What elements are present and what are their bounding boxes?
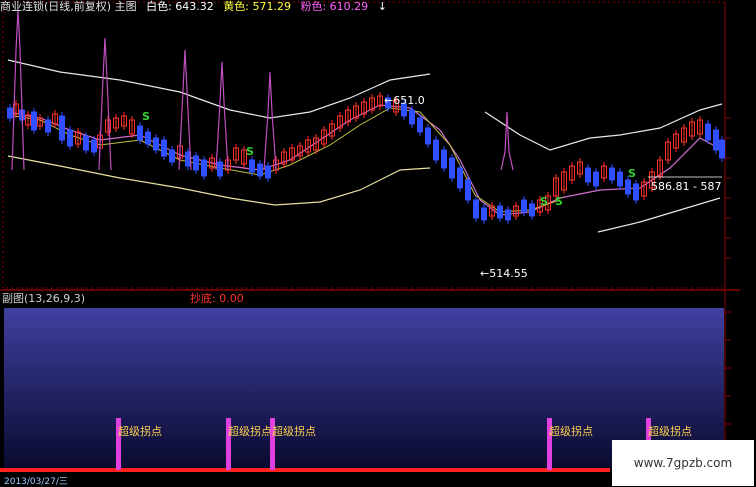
candle-body <box>67 129 73 147</box>
s-signal-label: S <box>142 110 150 123</box>
super-turn-label: 超级拐点 <box>228 424 272 438</box>
candle-body <box>7 107 13 119</box>
candle-body <box>705 123 711 141</box>
candle-body <box>249 159 255 173</box>
white-lower-band-2 <box>597 197 721 233</box>
chart-title: 商业连锁(日线,前复权) 主图 <box>0 0 137 13</box>
annotation-low: ←514.55 <box>480 267 528 280</box>
candle-body <box>169 149 175 163</box>
super-turn-label: 超级拐点 <box>272 424 316 438</box>
spike-line <box>98 37 112 171</box>
candle-body <box>137 125 143 141</box>
spike-line <box>500 111 514 171</box>
candle-body <box>161 139 167 157</box>
candle-body <box>473 199 479 219</box>
candle-body <box>59 115 65 141</box>
candle-body <box>617 171 623 187</box>
candle-body <box>265 165 271 179</box>
candle-body <box>449 157 455 179</box>
chart-canvas: SSSSS←651.0←514.55586.81 - 587超级拐点 超级拐点 超级… <box>0 1 740 472</box>
sub-indicator-label: 抄底: 0.00 <box>190 292 244 305</box>
yellow-value: 黄色: 571.29 <box>223 0 291 13</box>
annotation-high: ←651.0 <box>384 94 425 107</box>
pink-ma-line <box>7 104 723 216</box>
candle-body <box>91 139 97 153</box>
candle-body <box>31 111 37 131</box>
down-arrow-icon: ↓ <box>377 0 387 13</box>
s-signal-label: S <box>555 195 563 208</box>
candle-body <box>433 139 439 161</box>
candle-body <box>441 149 447 169</box>
s-signal-label: S <box>628 167 636 180</box>
candle-body <box>713 129 719 151</box>
candle-body <box>505 209 511 221</box>
candle-body <box>465 179 471 201</box>
candle-body <box>719 139 725 159</box>
spike-line <box>215 61 229 171</box>
candle-body <box>257 163 263 177</box>
s-signal-label: S <box>246 145 254 158</box>
candle-body <box>217 161 223 177</box>
spike-line <box>263 71 277 171</box>
main-frame <box>2 1 726 289</box>
candle-body <box>633 183 639 201</box>
super-turn-label: 超级拐点 <box>549 424 593 438</box>
candle-body <box>585 167 591 183</box>
white-value: 白色: 643.32 <box>146 0 214 13</box>
candle-body <box>529 203 535 217</box>
candle-body <box>521 199 527 213</box>
candle-body <box>497 205 503 219</box>
sub-panel-title: 副图(13,26,9,3) <box>2 292 86 305</box>
chart-root: { "header": { "title": "商业连锁(日线,前复权) 主图"… <box>0 0 756 487</box>
candle-body <box>83 135 89 151</box>
candle-body <box>457 167 463 189</box>
spike-line <box>11 9 25 171</box>
candle-body <box>409 109 415 125</box>
white-upper-band-2 <box>484 103 723 151</box>
pink-value: 粉色: 610.29 <box>300 0 369 13</box>
candle-body <box>145 131 151 145</box>
candle-body <box>625 179 631 195</box>
candle-body <box>153 137 159 151</box>
annotation-right: 586.81 - 587 <box>651 180 721 193</box>
candle-body <box>417 117 423 133</box>
candle-body <box>425 127 431 145</box>
date-label: 2013/03/27/三 <box>4 477 68 487</box>
candle-body <box>481 207 487 221</box>
s-signal-label: S <box>540 195 548 208</box>
super-turn-label: 超级拐点 <box>118 424 162 438</box>
candle-body <box>45 119 51 133</box>
candle-body <box>201 159 207 177</box>
candle-body <box>193 155 199 171</box>
candle-body <box>593 171 599 187</box>
super-turn-label: 超级拐点 <box>648 424 692 438</box>
candle-body <box>609 167 615 181</box>
watermark: www.7gpzb.com <box>612 440 754 486</box>
main-header: 商业连锁(日线,前复权) 主图 白色: 643.32 黄色: 571.29 粉色… <box>0 0 393 14</box>
